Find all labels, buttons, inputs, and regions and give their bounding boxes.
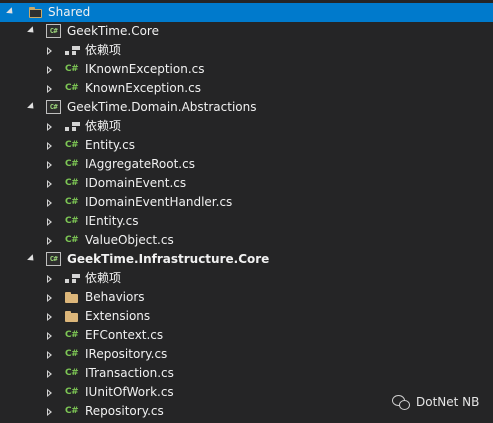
project-node-geektime-infrastructure-core[interactable]: C# GeekTime.Infrastructure.Core xyxy=(0,250,493,269)
collapse-arrow-icon[interactable] xyxy=(42,79,52,98)
dependencies-icon xyxy=(64,43,80,58)
tree-item-label: Repository.cs xyxy=(85,404,164,418)
csharp-file-icon: C# xyxy=(65,197,79,207)
tree-node-label: Shared xyxy=(48,5,91,19)
tree-item-file[interactable]: C# IRepository.cs xyxy=(0,345,493,364)
tree-item-file[interactable]: C# Entity.cs xyxy=(0,136,493,155)
csharp-project-icon: C# xyxy=(46,24,61,38)
tree-item-file[interactable]: C# ValueObject.cs xyxy=(0,231,493,250)
expand-arrow-icon[interactable] xyxy=(5,3,15,22)
csharp-project-icon: C# xyxy=(46,100,61,114)
csharp-file-icon: C# xyxy=(65,178,79,188)
tree-item-file[interactable]: C# IAggregateRoot.cs xyxy=(0,155,493,174)
tree-item-label: EFContext.cs xyxy=(85,328,164,342)
tree-item-file[interactable]: C# KnownException.cs xyxy=(0,79,493,98)
tree-item-folder[interactable]: Extensions xyxy=(0,307,493,326)
tree-item-dependencies[interactable]: 依赖项 xyxy=(0,269,493,288)
collapse-arrow-icon[interactable] xyxy=(42,402,52,421)
csharp-file-icon: C# xyxy=(65,387,79,397)
collapse-arrow-icon[interactable] xyxy=(42,193,52,212)
project-label: GeekTime.Domain.Abstractions xyxy=(67,100,257,114)
tree-item-label: IEntity.cs xyxy=(85,214,139,228)
tree-item-file[interactable]: C# IDomainEvent.cs xyxy=(0,174,493,193)
collapse-arrow-icon[interactable] xyxy=(42,269,52,288)
tree-item-label: IDomainEventHandler.cs xyxy=(85,195,233,209)
folder-icon xyxy=(64,290,80,305)
watermark: DotNet NB xyxy=(392,391,479,413)
csharp-file-icon: C# xyxy=(65,140,79,150)
tree-item-label: Extensions xyxy=(85,309,151,323)
tree-item-folder[interactable]: Behaviors xyxy=(0,288,493,307)
tree-item-dependencies[interactable]: 依赖项 xyxy=(0,117,493,136)
tree-item-file[interactable]: C# EFContext.cs xyxy=(0,326,493,345)
collapse-arrow-icon[interactable] xyxy=(42,326,52,345)
tree-item-label: IUnitOfWork.cs xyxy=(85,385,174,399)
dependencies-icon xyxy=(64,271,80,286)
csharp-file-icon: C# xyxy=(65,216,79,226)
collapse-arrow-icon[interactable] xyxy=(42,136,52,155)
tree-item-label: IDomainEvent.cs xyxy=(85,176,187,190)
tree-item-label: 依赖项 xyxy=(85,119,122,133)
collapse-arrow-icon[interactable] xyxy=(42,383,52,402)
csharp-file-icon: C# xyxy=(65,159,79,169)
csharp-file-icon: C# xyxy=(65,64,79,74)
collapse-arrow-icon[interactable] xyxy=(42,174,52,193)
collapse-arrow-icon[interactable] xyxy=(42,288,52,307)
tree-item-file[interactable]: C# IEntity.cs xyxy=(0,212,493,231)
collapse-arrow-icon[interactable] xyxy=(42,60,52,79)
tree-item-label: 依赖项 xyxy=(85,271,122,285)
tree-item-file[interactable]: C# IKnownException.cs xyxy=(0,60,493,79)
csharp-file-icon: C# xyxy=(65,406,79,416)
csharp-file-icon: C# xyxy=(65,83,79,93)
folder-icon xyxy=(64,309,80,324)
solution-explorer-tree: Shared C# GeekTime.Core 依赖项 C# IKnownExc… xyxy=(0,0,493,423)
tree-item-label: IRepository.cs xyxy=(85,347,168,361)
csharp-file-icon: C# xyxy=(65,330,79,340)
tree-item-label: 依赖项 xyxy=(85,43,122,57)
collapse-arrow-icon[interactable] xyxy=(42,212,52,231)
tree-item-label: Behaviors xyxy=(85,290,145,304)
tree-item-file[interactable]: C# ITransaction.cs xyxy=(0,364,493,383)
tree-item-label: ValueObject.cs xyxy=(85,233,174,247)
csharp-file-icon: C# xyxy=(65,368,79,378)
tree-node-shared[interactable]: Shared xyxy=(0,3,493,22)
csharp-project-icon: C# xyxy=(46,252,61,266)
tree-item-dependencies[interactable]: 依赖项 xyxy=(0,41,493,60)
tree-item-label: IAggregateRoot.cs xyxy=(85,157,195,171)
wechat-icon xyxy=(392,394,410,410)
project-label: GeekTime.Infrastructure.Core xyxy=(67,252,270,266)
collapse-arrow-icon[interactable] xyxy=(42,41,52,60)
tree-item-label: Entity.cs xyxy=(85,138,135,152)
collapse-arrow-icon[interactable] xyxy=(42,231,52,250)
collapse-arrow-icon[interactable] xyxy=(42,345,52,364)
tree-item-label: ITransaction.cs xyxy=(85,366,174,380)
expand-arrow-icon[interactable] xyxy=(26,250,36,269)
expand-arrow-icon[interactable] xyxy=(26,22,36,41)
dependencies-icon xyxy=(64,119,80,134)
collapse-arrow-icon[interactable] xyxy=(42,117,52,136)
project-node-geektime-core[interactable]: C# GeekTime.Core xyxy=(0,22,493,41)
folder-icon xyxy=(28,5,44,20)
project-node-geektime-domain-abstractions[interactable]: C# GeekTime.Domain.Abstractions xyxy=(0,98,493,117)
project-label: GeekTime.Core xyxy=(67,24,159,38)
csharp-file-icon: C# xyxy=(65,349,79,359)
collapse-arrow-icon[interactable] xyxy=(42,155,52,174)
collapse-arrow-icon[interactable] xyxy=(42,307,52,326)
collapse-arrow-icon[interactable] xyxy=(42,364,52,383)
expand-arrow-icon[interactable] xyxy=(26,98,36,117)
csharp-file-icon: C# xyxy=(65,235,79,245)
watermark-text: DotNet NB xyxy=(416,395,480,409)
tree-item-file[interactable]: C# IDomainEventHandler.cs xyxy=(0,193,493,212)
tree-item-label: KnownException.cs xyxy=(85,81,201,95)
tree-item-label: IKnownException.cs xyxy=(85,62,205,76)
